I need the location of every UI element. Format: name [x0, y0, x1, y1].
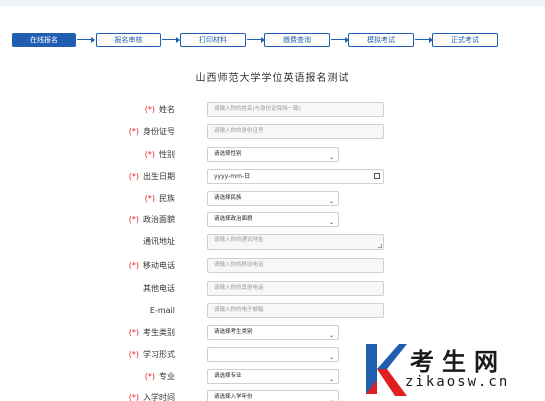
field-label: (*) 移动电话 [128, 261, 175, 270]
required-mark: (*) [128, 127, 139, 136]
form-row-mobile: (*) 移动电话 请输入你的移动电话 [0, 258, 545, 274]
watermark-url: zikaosw.cn [405, 374, 510, 390]
step-print-materials[interactable]: 打印材料 [180, 33, 246, 47]
chevron-down-icon: ⌄ [328, 376, 334, 383]
field-label: (*) 考生类别 [128, 328, 175, 337]
required-mark: (*) [128, 350, 139, 359]
top-strip [0, 0, 545, 6]
form-row-political-status: (*) 政治面貌 请选择政治面貌 ⌄ [0, 212, 545, 228]
field-label: (*) 性别 [144, 150, 175, 159]
required-mark: (*) [144, 372, 155, 381]
candidate-type-select[interactable]: 请选择考生类别 ⌄ [207, 325, 339, 340]
gender-select[interactable]: 请选择性别 ⌄ [207, 147, 339, 162]
field-label: (*) 专业 [144, 372, 175, 381]
required-mark: (*) [144, 105, 155, 114]
required-mark: (*) [128, 172, 139, 181]
study-mode-select[interactable]: ⌄ [207, 347, 339, 362]
step-formal-exam[interactable]: 正式考试 [432, 33, 498, 47]
form-title: 山西师范大学学位英语报名测试 [195, 73, 350, 84]
other-phone-input[interactable]: 请输入你的其他电话 [207, 281, 384, 296]
address-textarea[interactable]: 请输入你的通讯地址 [207, 234, 384, 250]
step-arrow [331, 36, 349, 43]
required-mark: (*) [144, 194, 155, 203]
form-row-address: 通讯地址 请输入你的通讯地址 [0, 234, 545, 250]
name-input[interactable]: 请输入你的姓名(与身份证保持一致) [207, 102, 384, 117]
step-mock-exam[interactable]: 模拟考试 [348, 33, 414, 47]
id-number-input[interactable]: 请输入你的身份证号 [207, 124, 384, 139]
field-label: 其他电话 [143, 284, 175, 293]
chevron-down-icon: ⌄ [328, 397, 334, 401]
step-arrow [415, 36, 433, 43]
step-registration-review[interactable]: 报名审核 [96, 33, 161, 47]
step-arrow [162, 36, 180, 43]
watermark: 考生网 zikaosw.cn [363, 340, 545, 401]
chevron-down-icon: ⌄ [328, 332, 334, 339]
field-label: (*) 学习形式 [128, 350, 175, 359]
form-row-ethnicity: (*) 民族 请选择民族 ⌄ [0, 191, 545, 207]
field-label: (*) 政治面貌 [128, 215, 175, 224]
progress-steps: 在线报名 报名审核 打印材料 缴费查询 模拟考试 正式考试 [0, 33, 545, 49]
field-label: (*) 入学时间 [128, 393, 175, 401]
required-mark: (*) [128, 215, 139, 224]
chevron-down-icon: ⌄ [328, 198, 334, 205]
step-payment-query[interactable]: 缴费查询 [264, 33, 330, 47]
form-row-email: E-mail 请输入你的电子邮箱 [0, 303, 545, 319]
birth-date-input[interactable]: yyyy-mm-日 [207, 169, 384, 184]
step-online-registration[interactable]: 在线报名 [12, 33, 76, 47]
field-label: 通讯地址 [143, 237, 175, 246]
form-row-birth-date: (*) 出生日期 yyyy-mm-日 [0, 169, 545, 185]
chevron-down-icon: ⌄ [328, 154, 334, 161]
required-mark: (*) [144, 150, 155, 159]
watermark-text: 考生网 [410, 347, 506, 376]
field-label: (*) 身份证号 [128, 127, 175, 136]
required-mark: (*) [128, 261, 139, 270]
step-arrow [247, 36, 265, 43]
form-row-gender: (*) 性别 请选择性别 ⌄ [0, 147, 545, 163]
form-row-candidate-type: (*) 考生类别 请选择考生类别 ⌄ [0, 325, 545, 341]
step-arrow [77, 36, 95, 43]
chevron-down-icon: ⌄ [328, 219, 334, 226]
mobile-phone-input[interactable]: 请输入你的移动电话 [207, 258, 384, 273]
field-label: E-mail [149, 306, 175, 315]
required-mark: (*) [128, 393, 139, 401]
field-label: (*) 出生日期 [128, 172, 175, 181]
form-row-id-number: (*) 身份证号 请输入你的身份证号 [0, 124, 545, 140]
ethnicity-select[interactable]: 请选择民族 ⌄ [207, 191, 339, 206]
form-row-other-phone: 其他电话 请输入你的其他电话 [0, 281, 545, 297]
calendar-icon[interactable] [374, 173, 380, 179]
enrollment-year-select[interactable]: 请选择入学年份 ⌄ [207, 390, 339, 401]
required-mark: (*) [128, 328, 139, 337]
field-label: (*) 民族 [144, 194, 175, 203]
political-status-select[interactable]: 请选择政治面貌 ⌄ [207, 212, 339, 227]
major-select[interactable]: 请选择专业 ⌄ [207, 369, 339, 384]
field-label: (*) 姓名 [144, 105, 175, 114]
chevron-down-icon: ⌄ [328, 354, 334, 361]
form-row-name: (*) 姓名 请输入你的姓名(与身份证保持一致) [0, 102, 545, 118]
email-input[interactable]: 请输入你的电子邮箱 [207, 303, 384, 318]
k-logo-icon [366, 344, 407, 396]
resize-handle-icon[interactable] [378, 244, 382, 248]
